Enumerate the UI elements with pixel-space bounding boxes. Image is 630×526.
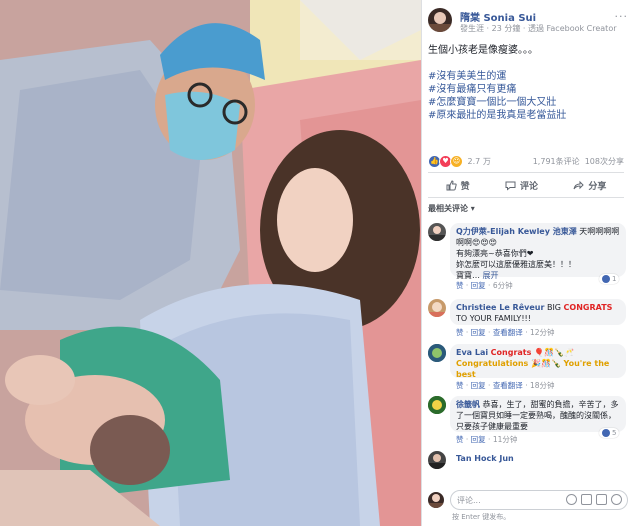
comment-bubble: Christiee Le Rêveur BIG CONGRATS TO YOUR…	[450, 299, 626, 325]
camera-icon[interactable]	[581, 494, 592, 505]
comment-bubble: 徐籤帆 恭喜，生了，甜蜜的負擔，辛苦了，多了一個寶貝如睡一定要熟喝，醜醜的沒關係…	[450, 396, 626, 432]
commenter-name[interactable]: Christiee Le Rêveur	[456, 303, 544, 312]
comment-like-link[interactable]: 赞	[456, 328, 464, 337]
comment-item: 徐籤帆 恭喜，生了，甜蜜的負擔，辛苦了，多了一個寶貝如睡一定要熟喝，醜醜的沒關係…	[428, 396, 628, 446]
comment-label: 评论	[519, 181, 538, 192]
emoji-icon[interactable]	[566, 494, 577, 505]
more-options-icon[interactable]: ···	[615, 10, 629, 23]
comment-item: Christiee Le Rêveur BIG CONGRATS TO YOUR…	[428, 299, 628, 339]
composer-icons	[566, 494, 622, 505]
reaction-count[interactable]: 2.7 万	[468, 157, 491, 166]
thumbs-up-icon	[446, 179, 457, 190]
comment-item: Q力伊萊-Elijah Kewley 池東澤 天啊啊啊啊啊啊😍😍😍 有夠漂亮~恭…	[428, 223, 628, 293]
comment-actions: 赞 · 回复 · 查看翻译 · 12分钟	[456, 328, 555, 337]
hashtag[interactable]: #沒有最痛只有更痛	[428, 83, 628, 96]
hashtag[interactable]: #沒有美美生的運	[428, 70, 628, 83]
comment-item: Tan Hock Jun	[428, 451, 628, 471]
comment-like-badge[interactable]: 1	[599, 274, 620, 284]
haha-reaction-icon: ☺	[450, 155, 463, 168]
commenter-name[interactable]: 徐籤帆	[456, 400, 480, 409]
comment-time[interactable]: 12分钟	[530, 328, 555, 337]
comment-text: BIG	[546, 303, 564, 312]
comment-text: 寶寶…	[456, 271, 480, 280]
comment-actions: 赞 · 回复 · 6分钟	[456, 281, 513, 290]
comment-icon	[505, 181, 516, 191]
commenter-avatar[interactable]	[428, 299, 446, 317]
comment-time[interactable]: 18分钟	[530, 381, 555, 390]
comment-like-link[interactable]: 赞	[456, 281, 464, 290]
see-more-link[interactable]: 展开	[483, 271, 499, 280]
post-text: 生個小孩老是像瘦婆。。。 #沒有美美生的運 #沒有最痛只有更痛 #怎麼寶寶一個比…	[428, 44, 628, 122]
like-badge-icon	[602, 275, 610, 283]
commenter-name[interactable]: Tan Hock Jun	[456, 454, 514, 463]
comment-sort-dropdown[interactable]: 最相关评论 ▾	[428, 203, 475, 214]
current-user-avatar	[428, 492, 444, 508]
comment-text: 恭喜，生了，甜蜜的負擔，辛苦了，多了一個寶貝如睡一定要熟喝，醜醜的沒關係，只要孩…	[456, 400, 619, 431]
comment-share-counts: 1,791条评论 108次分享	[533, 156, 624, 167]
comment-reply-link[interactable]: 回复	[471, 281, 486, 290]
comment-reply-link[interactable]: 回复	[471, 328, 486, 337]
comment-like-link[interactable]: 赞	[456, 435, 464, 444]
comment-like-count: 1	[612, 275, 617, 283]
post-header: 隋棠 Sonia Sui 發生涯 · 23 分鐘 · 透過 Facebook C…	[428, 8, 628, 38]
post-meta: 發生涯 · 23 分鐘 · 透過 Facebook Creator	[460, 24, 617, 33]
comment-like-link[interactable]: 赞	[456, 381, 464, 390]
comment-reply-link[interactable]: 回复	[471, 381, 486, 390]
translate-link[interactable]: 查看翻译	[493, 381, 523, 390]
gif-icon[interactable]	[596, 494, 607, 505]
share-count[interactable]: 108次分享	[585, 157, 624, 166]
like-button[interactable]: 赞	[446, 179, 470, 192]
share-icon	[573, 180, 585, 189]
reaction-summary[interactable]: 👍 ♥ ☺ 2.7 万 1,791条评论 108次分享	[428, 155, 624, 169]
commenter-avatar[interactable]	[428, 451, 446, 469]
like-badge-icon	[602, 429, 610, 437]
post-actions: 赞 评论 分享	[428, 172, 624, 198]
commenter-avatar[interactable]	[428, 223, 446, 241]
translate-link[interactable]: 查看翻译	[493, 328, 523, 337]
share-button[interactable]: 分享	[573, 179, 606, 192]
composer-hint: 按 Enter 键发布。	[452, 513, 511, 521]
comment-actions: 赞 · 回复 · 查看翻译 · 18分钟	[456, 381, 555, 390]
comment-like-badge[interactable]: 5	[599, 428, 620, 438]
post-text-line: 生個小孩老是像瘦婆。。。	[428, 45, 538, 56]
share-label: 分享	[588, 181, 607, 192]
sticker-icon[interactable]	[611, 494, 622, 505]
comment-text: 妳怎麼可以這麼優雅這麼美！！！	[456, 260, 576, 269]
comment-like-count: 5	[612, 429, 617, 437]
comment-time[interactable]: 6分钟	[493, 281, 513, 290]
comment-actions: 赞 · 回复 · 11分钟	[456, 435, 518, 444]
commenter-name[interactable]: Eva Lai	[456, 348, 488, 357]
comment-reply-link[interactable]: 回复	[471, 435, 486, 444]
comment-highlight-text: CONGRATS	[563, 303, 613, 312]
comment-composer: 评论...	[428, 490, 628, 510]
commenter-avatar[interactable]	[428, 396, 446, 414]
author-avatar[interactable]	[428, 8, 452, 32]
comment-item: Eva Lai Congrats 🎈🎊🍾🥂 Congratulations 🎉🎊…	[428, 344, 628, 394]
post-panel: 隋棠 Sonia Sui 發生涯 · 23 分鐘 · 透過 Facebook C…	[421, 0, 630, 526]
comment-time[interactable]: 11分钟	[493, 435, 518, 444]
hashtag[interactable]: #原來最壯的是我真是老當益壯	[428, 109, 628, 122]
hashtag[interactable]: #怎麼寶寶一個比一個大又壯	[428, 96, 628, 109]
commenter-name[interactable]: Q力伊萊-Elijah Kewley 池東澤	[456, 227, 577, 236]
comment-text: Congrats 🎈🎊🍾🥂	[490, 348, 575, 357]
commenter-avatar[interactable]	[428, 344, 446, 362]
author-name[interactable]: 隋棠 Sonia Sui	[460, 9, 536, 24]
comment-text: Congratulations 🎉🎊🍾	[456, 359, 561, 368]
comment-text: 有夠漂亮~恭喜你們❤	[456, 249, 534, 258]
comment-bubble: Eva Lai Congrats 🎈🎊🍾🥂 Congratulations 🎉🎊…	[450, 344, 626, 379]
comment-bubble: Q力伊萊-Elijah Kewley 池東澤 天啊啊啊啊啊啊😍😍😍 有夠漂亮~恭…	[450, 223, 626, 280]
comment-button[interactable]: 评论	[505, 179, 538, 192]
comment-text: TO YOUR FAMILY!!!	[456, 314, 531, 323]
post-photo[interactable]	[0, 0, 421, 526]
like-label: 赞	[460, 181, 470, 192]
photo-illustration	[0, 0, 421, 526]
comment-count[interactable]: 1,791条评论	[533, 157, 580, 166]
